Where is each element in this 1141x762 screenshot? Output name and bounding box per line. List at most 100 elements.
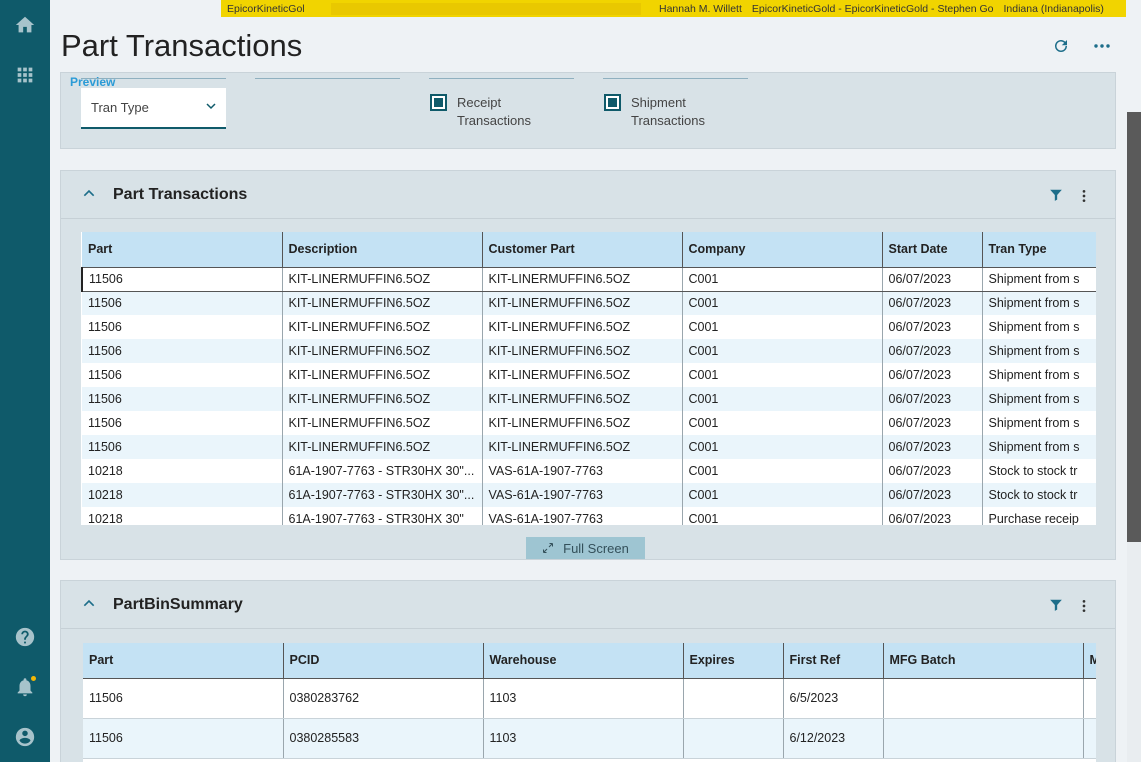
table-cell[interactable]: KIT-LINERMUFFIN6.5OZ [482,363,683,387]
table-cell[interactable]: Shipment from s [982,266,1096,292]
table-row[interactable]: 10218 61A-1907-7763 - STR30HX 30" VAS-61A-… [82,507,1096,525]
apps-grid-icon[interactable] [13,63,37,87]
home-icon[interactable] [13,13,37,37]
table-row[interactable]: 11506 KIT-LINERMUFFIN6.5OZ KIT-LINERMUFFIN… [82,387,1096,411]
table-cell[interactable]: 06/07/2023 [882,266,983,292]
table-cell[interactable]: KIT-LINERMUFFIN6.5OZ [282,411,483,435]
table-cell[interactable]: KIT-LINERMUFFIN6.5OZ [282,387,483,411]
table-cell[interactable]: C001 [682,483,883,507]
column-header[interactable]: PCID [283,643,484,679]
user-account-icon[interactable] [13,725,37,749]
table-cell[interactable] [883,718,1084,759]
table-cell[interactable]: C001 [682,266,883,292]
column-header[interactable]: Expires [683,643,784,679]
table-cell[interactable]: Stock to stock tr [982,483,1096,507]
table-cell[interactable]: KIT-LINERMUFFIN6.5OZ [282,339,483,363]
table-cell[interactable]: 11506 [83,718,284,759]
table-cell[interactable]: C001 [682,411,883,435]
site-name[interactable]: Indiana (Indianapolis) [1004,3,1104,15]
table-cell[interactable]: Shipment from s [982,339,1096,363]
filter-icon[interactable] [1049,188,1063,202]
table-row[interactable]: 11506 0380283762 1103 6/5/2023 [83,678,1096,719]
table-cell[interactable]: KIT-LINERMUFFIN6.5OZ [282,315,483,339]
table-cell[interactable]: KIT-LINERMUFFIN6.5OZ [482,266,683,292]
table-cell[interactable]: 11506 [81,266,283,292]
table-cell[interactable]: C001 [682,435,883,459]
full-screen-button[interactable]: Full Screen [526,537,645,559]
table-row[interactable]: 10218 61A-1907-7763 - STR30HX 30"... VAS-6… [82,459,1096,483]
table-cell[interactable]: KIT-LINERMUFFIN6.5OZ [282,363,483,387]
table-cell[interactable]: Shipment from s [982,435,1096,459]
table-cell[interactable]: 06/07/2023 [882,315,983,339]
table-cell[interactable]: 06/07/2023 [882,411,983,435]
column-header[interactable]: Customer Part [482,232,683,268]
table-cell[interactable]: Purchase receip [982,507,1096,525]
table-cell[interactable]: KIT-LINERMUFFIN6.5OZ [282,266,483,292]
checkbox-box[interactable] [430,94,447,111]
table-cell[interactable]: 1103 [483,718,684,759]
column-header[interactable]: Part [82,232,283,268]
table-cell[interactable]: 06/07/2023 [882,339,983,363]
table-cell[interactable]: 0380285583 [283,718,484,759]
table-cell[interactable]: 11506 [82,411,283,435]
table-cell[interactable]: VAS-61A-1907-7763 [482,507,683,525]
table-cell[interactable]: 06/07/2023 [882,387,983,411]
table-cell[interactable]: 61A-1907-7763 - STR30HX 30"... [282,483,483,507]
table-cell[interactable]: 61A-1907-7763 - STR30HX 30" [282,507,483,525]
table-row[interactable]: 11506 KIT-LINERMUFFIN6.5OZ KIT-LINERMUFFIN… [82,363,1096,387]
collapse-caret-icon[interactable] [81,595,97,611]
table-cell[interactable]: 61A-1907-7763 - STR30HX 30"... [282,459,483,483]
table-cell[interactable]: C001 [682,315,883,339]
page-scrollbar-thumb[interactable] [1127,112,1141,542]
table-cell[interactable] [683,678,784,719]
table-cell[interactable]: KIT-LINERMUFFIN6.5OZ [482,387,683,411]
notifications-bell-icon[interactable] [13,675,37,699]
filter-icon[interactable] [1049,598,1063,612]
company-name[interactable]: EpicorKineticGold - EpicorKineticGold - … [752,3,994,15]
column-header[interactable]: Description [282,232,483,268]
table-cell[interactable]: Shipment from s [982,291,1096,315]
column-header[interactable]: Part [83,643,284,679]
column-header[interactable]: Warehouse [483,643,684,679]
more-options-icon[interactable] [1092,36,1112,56]
table-cell[interactable] [683,718,784,759]
table-cell[interactable]: 11506 [82,435,283,459]
table-cell[interactable]: Shipment from s [982,315,1096,339]
table-cell[interactable]: Stock to stock tr [982,459,1096,483]
table-cell[interactable]: KIT-LINERMUFFIN6.5OZ [482,291,683,315]
table-row[interactable]: 11506 KIT-LINERMUFFIN6.5OZ KIT-LINERMUFFIN… [82,435,1096,459]
table-cell[interactable]: KIT-LINERMUFFIN6.5OZ [482,315,683,339]
table-cell[interactable]: VAS-61A-1907-7763 [482,459,683,483]
table-cell[interactable]: C001 [682,507,883,525]
column-header[interactable]: Tran Type [982,232,1096,268]
table-cell[interactable]: KIT-LINERMUFFIN6.5OZ [482,339,683,363]
table-cell[interactable] [1083,678,1096,719]
refresh-icon[interactable] [1051,36,1071,56]
table-cell[interactable]: KIT-LINERMUFFIN6.5OZ [482,411,683,435]
table-cell[interactable]: 11506 [82,387,283,411]
table-cell[interactable]: 6/5/2023 [783,678,884,719]
more-vertical-icon[interactable] [1077,598,1091,614]
collapse-caret-icon[interactable] [81,185,97,201]
column-header[interactable]: First Ref [783,643,884,679]
table-cell[interactable]: 0380283762 [283,678,484,719]
receipt-transactions-checkbox[interactable]: Receipt Transactions [430,94,557,130]
table-cell[interactable] [883,678,1084,719]
table-cell[interactable]: C001 [682,339,883,363]
table-row[interactable]: 11506 0380285583 1103 6/12/2023 [83,718,1096,759]
table-cell[interactable]: VAS-61A-1907-7763 [482,483,683,507]
shipment-transactions-checkbox[interactable]: Shipment Transactions [604,94,731,130]
table-cell[interactable]: Shipment from s [982,411,1096,435]
table-cell[interactable]: KIT-LINERMUFFIN6.5OZ [282,291,483,315]
table-cell[interactable]: 06/07/2023 [882,363,983,387]
table-row[interactable]: 11506 KIT-LINERMUFFIN6.5OZ KIT-LINERMUFFIN… [82,411,1096,435]
table-cell[interactable]: 10218 [82,483,283,507]
table-cell[interactable]: Shipment from s [982,363,1096,387]
column-header[interactable]: Company [682,232,883,268]
table-cell[interactable]: Shipment from s [982,387,1096,411]
table-cell[interactable]: C001 [682,363,883,387]
table-cell[interactable]: 11506 [83,678,284,719]
table-cell[interactable]: 06/07/2023 [882,291,983,315]
table-cell[interactable]: 06/07/2023 [882,459,983,483]
table-cell[interactable]: 06/07/2023 [882,507,983,525]
